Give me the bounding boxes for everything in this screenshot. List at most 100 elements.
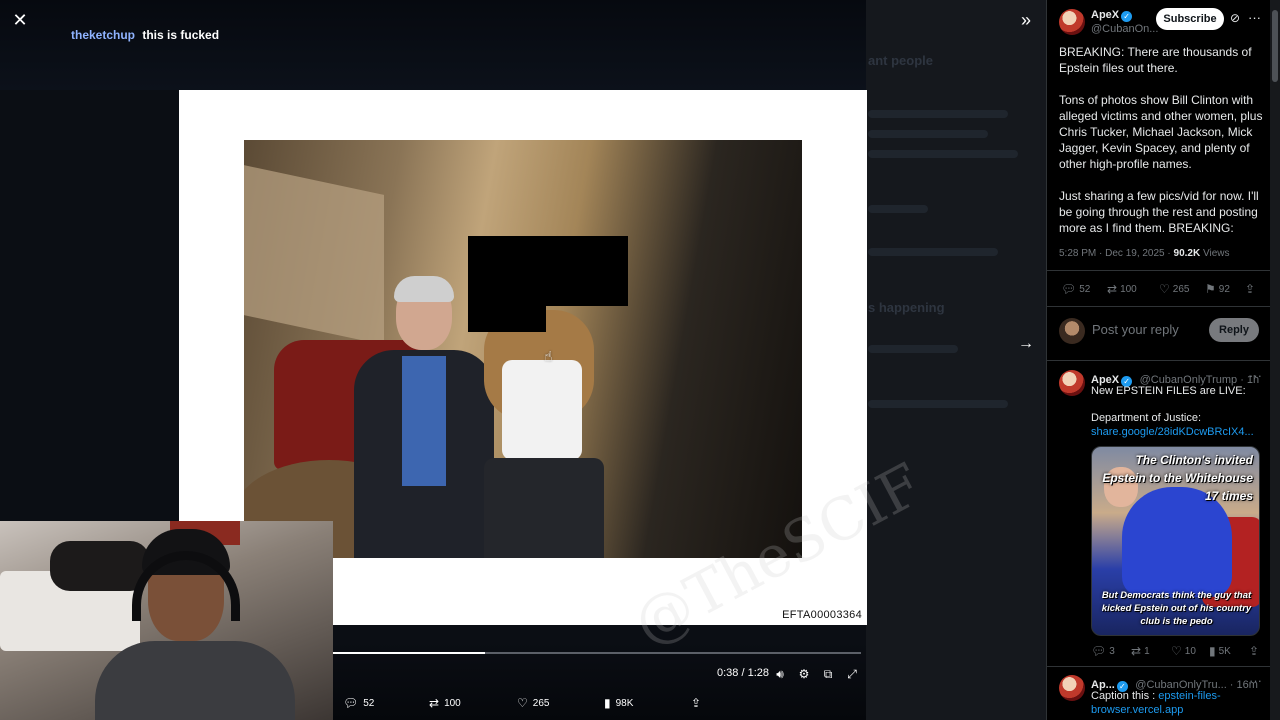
more-icon[interactable]: ··· [1249,673,1262,688]
more-icon[interactable]: ··· [1248,10,1261,25]
reply-count: 52 [363,697,375,709]
share-stat[interactable]: ⇪ [1245,282,1255,296]
tweet-paragraph: BREAKING: There are thousands of Epstein… [1059,45,1252,75]
progress-fill [333,652,486,654]
tweet-paragraph: Tons of photos show Bill Clinton with al… [1059,93,1263,171]
like-stat[interactable]: ♡ 10 [1171,644,1196,658]
video-time: 0:38 / 1:28 [717,667,769,679]
reply-stats: 💬︎ 3 ⇄ 1 ♡ 10 ▮ 5K ⇪ [1091,644,1269,658]
gear-icon[interactable]: ⚙ [796,666,812,682]
repost-action[interactable]: ⇄ 100 [429,696,461,710]
more-icon[interactable]: ··· [1249,368,1262,383]
reply-icon: 💬︎ [1091,644,1107,658]
fullscreen-icon[interactable]: ⤢ [844,666,860,682]
tweet-views-label: Views [1202,248,1230,259]
reply-body: Caption this : epstein-files-browser.ver… [1091,689,1269,717]
background-blur-line [868,400,1008,408]
views-stat[interactable]: ▮ 5K [1209,644,1231,658]
photo-woman-top [502,360,582,460]
subscribe-button[interactable]: Subscribe [1156,8,1224,30]
caption-message: this is fucked [142,28,220,42]
heart-icon: ♡ [1171,644,1182,658]
tweet-body: BREAKING: There are thousands of Epstein… [1059,44,1269,252]
tweet-views-count: 90.2K [1173,248,1201,259]
double-chevron-right-icon[interactable]: » [1014,8,1038,32]
author-handle[interactable]: @CubanOn... [1091,23,1163,35]
background-blur-line [868,130,988,138]
viewer-action-bar: 💬︎ 52 ⇄ 100 ♡ 265 ▮ 98K ⇪ [333,696,866,716]
reply-stat[interactable]: 💬︎ 3 [1091,644,1115,658]
divider [1047,666,1280,667]
bookmark-stat[interactable]: ⚑ 92 [1205,282,1230,296]
views-count: 98K [615,697,634,709]
reply-link[interactable]: share.google/28idKDcwBRcIX4... [1091,425,1269,439]
reply-count: 52 [1079,283,1091,295]
repost-icon: ⇄ [1107,282,1118,296]
repost-count: 100 [1120,283,1137,295]
scrollbar[interactable] [1270,0,1280,720]
webcam-clothes [50,541,150,591]
reply-line: New EPSTEIN FILES are LIVE: [1091,385,1246,397]
repost-count: 100 [444,697,461,709]
reply-media-image[interactable]: The Clinton's invited Epstein to the Whi… [1091,446,1260,636]
like-stat[interactable]: ♡ 265 [1159,282,1189,296]
share-icon: ⇪ [1249,644,1260,658]
grok-icon[interactable]: ⊘ [1230,11,1240,25]
meme-top-text: The Clinton's invited Epstein to the Whi… [1102,453,1253,503]
background-blur-line [868,150,1018,158]
avatar[interactable] [1059,675,1085,701]
share-icon: ⇪ [1245,282,1256,296]
reply-icon: 💬︎ [1061,282,1077,296]
views-icon: ▮ [1209,644,1216,658]
document-id: EFTA00003364 [782,609,862,621]
tweet-timestamp[interactable]: 5:28 PM · Dec 19, 2025 · [1059,248,1171,259]
picture-in-picture-icon[interactable]: ⧉ [820,666,836,682]
meme-bottom-text: But Democrats think the guy that kicked … [1101,590,1252,627]
share-stat[interactable]: ⇪ [1249,644,1259,658]
reply-composer: Post your reply Reply [1059,316,1271,346]
views-count: 5K [1218,645,1231,657]
arrow-right-icon[interactable]: → [1014,332,1038,356]
photo-woman-pants [484,458,604,558]
redaction-box [468,290,546,332]
reply-body: New EPSTEIN FILES are LIVE: Department o… [1091,384,1269,439]
progress-bar[interactable] [333,652,861,654]
close-icon[interactable]: ✕ [8,8,32,32]
like-count: 10 [1184,645,1196,657]
divider [1047,270,1280,271]
share-icon: ⇪ [691,696,702,710]
reply-input[interactable]: Post your reply [1092,322,1179,337]
avatar[interactable] [1059,370,1085,396]
author-name-text: ApeX [1091,9,1120,21]
repost-stat[interactable]: ⇄ 1 [1131,644,1150,658]
like-action[interactable]: ♡ 265 [517,696,549,710]
hand-cursor-icon: ☝ [544,348,553,364]
views-action[interactable]: ▮ 98K [604,696,633,710]
repost-stat[interactable]: ⇄ 100 [1107,282,1137,296]
tweet-panel: ApeX ✓ @CubanOn... Subscribe ⊘ ··· BREAKI… [1046,0,1280,720]
caption-username[interactable]: theketchup [71,28,135,42]
repost-icon: ⇄ [429,696,440,710]
verified-icon: ✓ [1121,11,1133,22]
scrollbar-thumb[interactable] [1272,10,1278,82]
reply-button[interactable]: Reply [1209,318,1259,342]
webcam-person-shirt [95,641,295,720]
like-count: 265 [532,697,550,709]
photo-man-hair [394,276,454,302]
reply-action[interactable]: 💬︎ 52 [343,696,374,710]
video-photo [244,140,802,558]
repost-count: 1 [1144,645,1150,657]
my-avatar [1059,318,1085,344]
divider [1047,360,1280,361]
tweet-stats: 💬︎ 52 ⇄ 100 ♡ 265 ⚑ 92 ⇪ [1059,282,1259,296]
share-action[interactable]: ⇪ [691,696,701,710]
author-name[interactable]: ApeX ✓ [1091,9,1133,22]
avatar[interactable] [1059,9,1085,35]
volume-icon[interactable]: 🔊︎ [772,666,788,682]
background-blur-line [868,248,998,256]
heart-icon: ♡ [1159,282,1170,296]
background-blur-line [868,110,1008,118]
reply-line: Department of Justice: [1091,412,1202,424]
video-caption: theketchup this is fucked [71,28,219,42]
reply-stat[interactable]: 💬︎ 52 [1061,282,1090,296]
